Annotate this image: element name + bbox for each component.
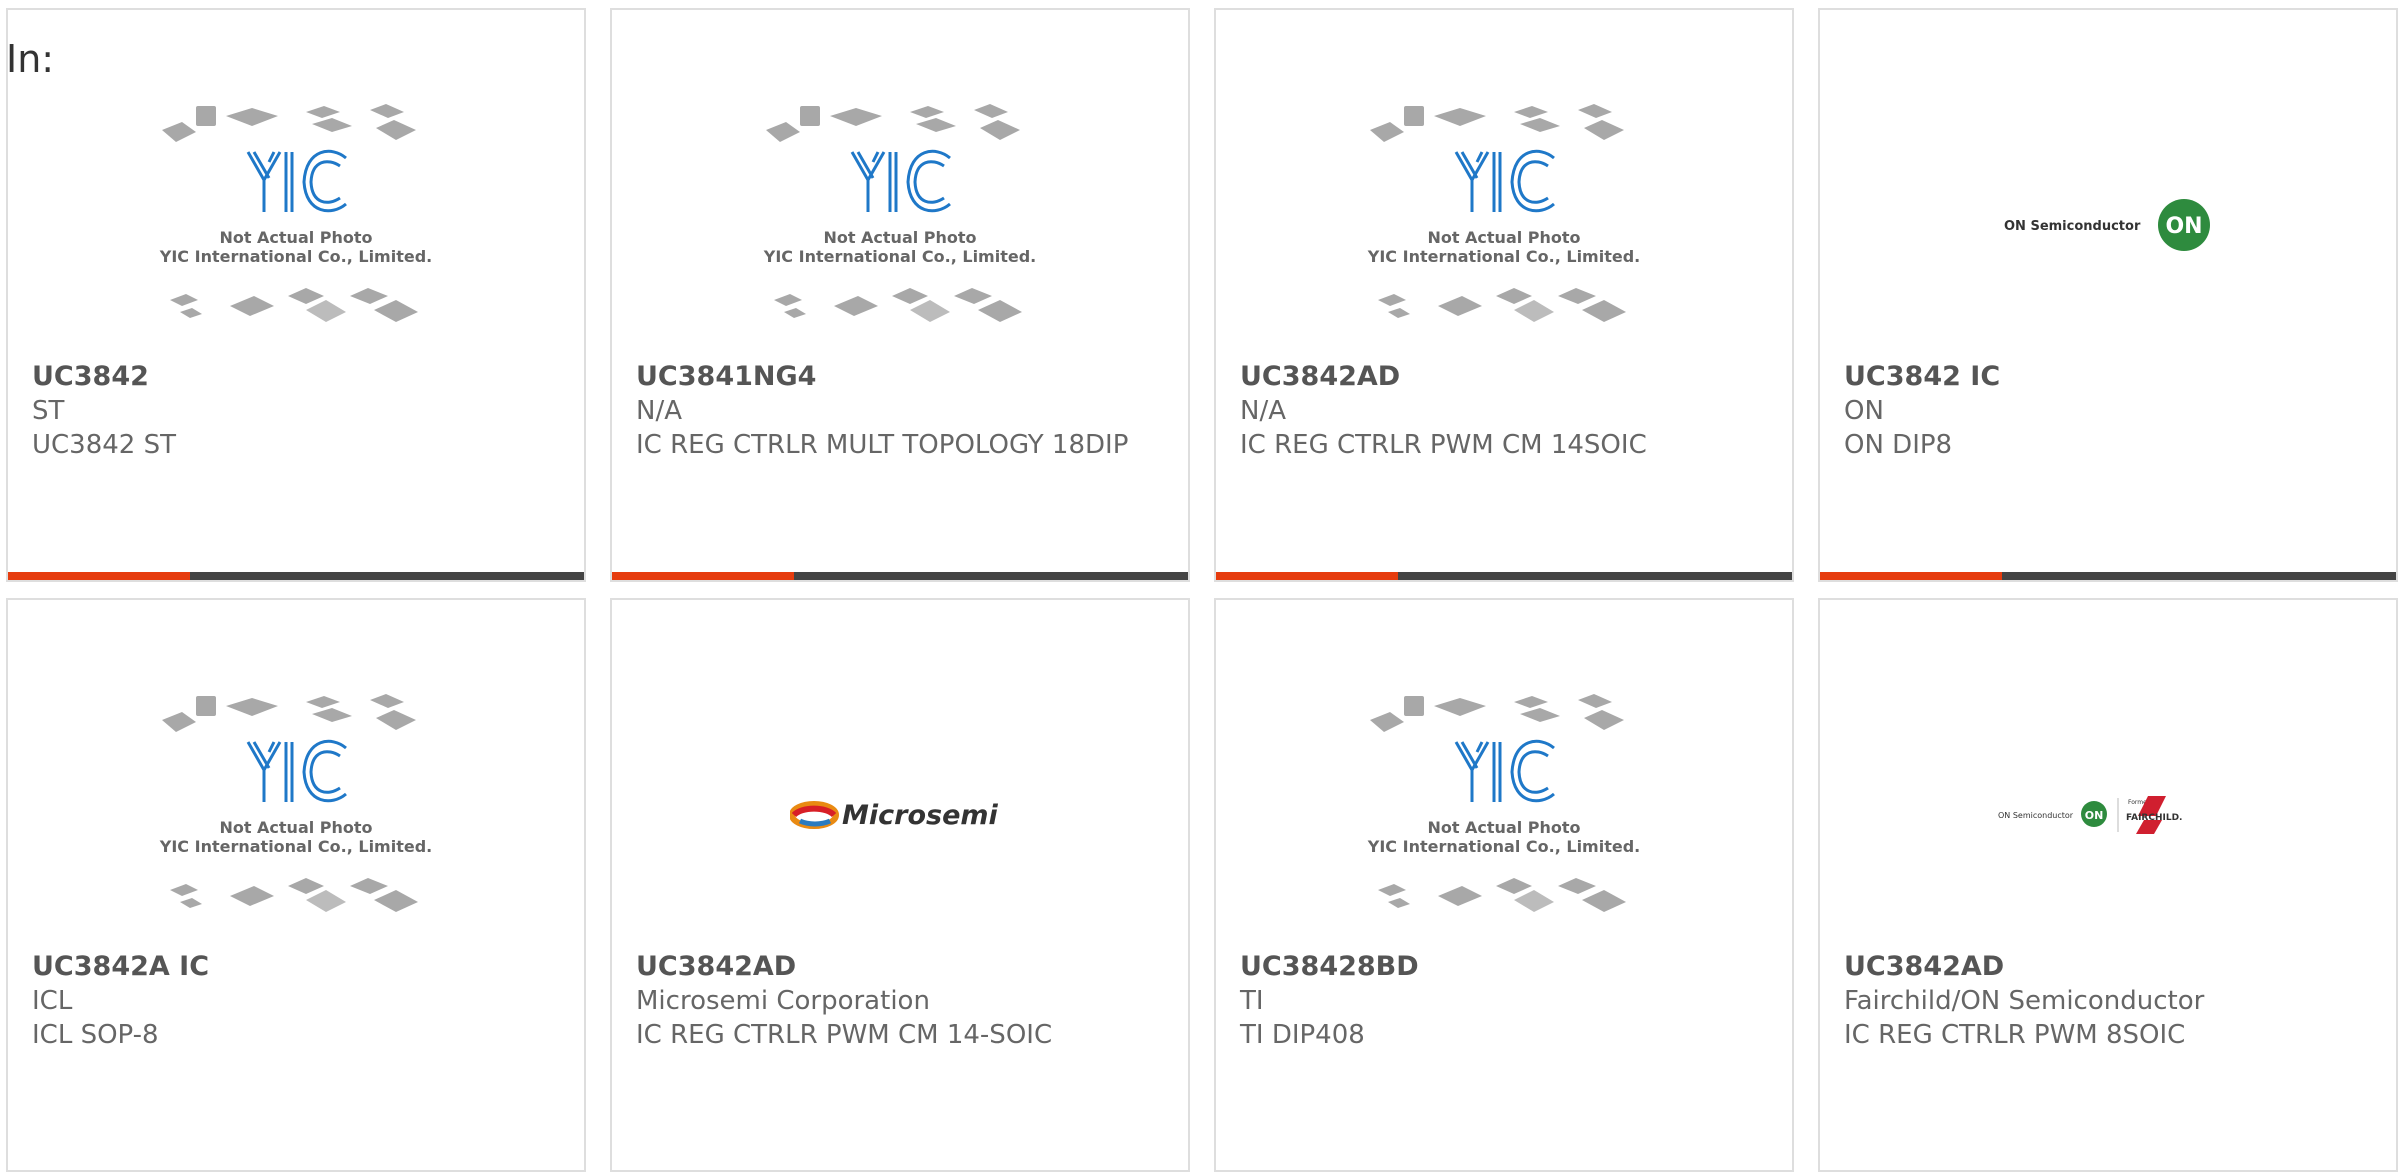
product-card[interactable]: ON Semiconductor ON UC3842 IC ON ON DIP8 bbox=[1818, 8, 2398, 582]
description: IC REG CTRLR PWM 8SOIC bbox=[1844, 1020, 2186, 1050]
placeholder-caption-line1: Not Actual Photo bbox=[219, 818, 372, 837]
product-card[interactable]: Microsemi UC3842AD Microsemi Corporation I… bbox=[610, 598, 1190, 1172]
card-accent-bar bbox=[8, 572, 190, 580]
placeholder-caption-line1: Not Actual Photo bbox=[823, 228, 976, 247]
on-semiconductor-text: ON Semiconductor bbox=[2004, 219, 2141, 234]
description: ON DIP8 bbox=[1844, 430, 1953, 460]
product-info: UC3842AD N/A IC REG CTRLR PWM CM 14SOIC bbox=[1240, 360, 1768, 462]
placeholder-caption-line2: YIC International Co., Limited. bbox=[1367, 837, 1640, 856]
filter-in-label: In: bbox=[6, 37, 55, 81]
card-bottom-bar bbox=[612, 572, 1188, 580]
product-card[interactable]: Not Actual Photo YIC International Co., … bbox=[6, 598, 586, 1172]
product-image[interactable]: Not Actual Photo YIC International Co., … bbox=[1216, 100, 1792, 350]
product-info: UC3842AD Fairchild/ON Semiconductor IC REG… bbox=[1844, 950, 2372, 1052]
product-info: UC38428BD TI TI DIP408 bbox=[1240, 950, 1768, 1052]
part-number[interactable]: UC3841NG4 bbox=[636, 360, 1164, 394]
placeholder-caption-line2: YIC International Co., Limited. bbox=[159, 837, 432, 856]
on-semiconductor-text: ON Semiconductor bbox=[1998, 811, 2074, 820]
product-image[interactable]: Not Actual Photo YIC International Co., … bbox=[8, 100, 584, 350]
product-image[interactable]: Microsemi bbox=[612, 690, 1188, 940]
card-accent-bar bbox=[1820, 572, 2002, 580]
placeholder-caption-line1: Not Actual Photo bbox=[1427, 228, 1580, 247]
product-image[interactable]: Not Actual Photo YIC International Co., … bbox=[612, 100, 1188, 350]
on-fairchild-logo: ON Semiconductor ON Formerly FAIRCHILD. bbox=[1998, 796, 2182, 834]
product-info: UC3841NG4 N/A IC REG CTRLR MULT TOPOLOGY 1… bbox=[636, 360, 1164, 462]
manufacturer: ST bbox=[32, 396, 65, 426]
part-number[interactable]: UC3842AD bbox=[636, 950, 1164, 984]
yic-placeholder-image: Not Actual Photo YIC International Co., … bbox=[763, 104, 1036, 322]
placeholder-caption-line2: YIC International Co., Limited. bbox=[763, 247, 1036, 266]
product-card[interactable]: ON Semiconductor ON Formerly FAIRCHILD. … bbox=[1818, 598, 2398, 1172]
card-bottom-bar bbox=[1820, 572, 2396, 580]
product-image[interactable]: ON Semiconductor ON Formerly FAIRCHILD. bbox=[1820, 690, 2396, 940]
description: UC3842 ST bbox=[32, 430, 177, 460]
card-bottom-bar bbox=[1216, 572, 1792, 580]
part-number[interactable]: UC3842A IC bbox=[32, 950, 560, 984]
description: IC REG CTRLR PWM CM 14SOIC bbox=[1240, 430, 1647, 460]
placeholder-caption-line2: YIC International Co., Limited. bbox=[1367, 247, 1640, 266]
product-image[interactable]: ON Semiconductor ON bbox=[1820, 100, 2396, 350]
fairchild-text: FAIRCHILD. bbox=[2126, 813, 2182, 823]
manufacturer: Microsemi Corporation bbox=[636, 986, 930, 1016]
manufacturer: N/A bbox=[1240, 396, 1286, 426]
part-number[interactable]: UC3842AD bbox=[1844, 950, 2372, 984]
description: ICL SOP-8 bbox=[32, 1020, 159, 1050]
yic-placeholder-image: Not Actual Photo YIC International Co., … bbox=[159, 694, 432, 912]
product-info: UC3842 ST UC3842 ST bbox=[32, 360, 560, 462]
part-number[interactable]: UC3842 IC bbox=[1844, 360, 2372, 394]
product-image[interactable]: Not Actual Photo YIC International Co., … bbox=[1216, 690, 1792, 940]
description: TI DIP408 bbox=[1240, 1020, 1365, 1050]
manufacturer: Fairchild/ON Semiconductor bbox=[1844, 986, 2205, 1016]
product-card[interactable]: Not Actual Photo YIC International Co., … bbox=[6, 8, 586, 582]
microsemi-logo: Microsemi bbox=[790, 800, 999, 831]
manufacturer: ICL bbox=[32, 986, 73, 1016]
yic-placeholder-image: Not Actual Photo YIC International Co., … bbox=[1367, 694, 1640, 912]
manufacturer: ON bbox=[1844, 396, 1884, 426]
product-info: UC3842 IC ON ON DIP8 bbox=[1844, 360, 2372, 462]
product-image[interactable]: Not Actual Photo YIC International Co., … bbox=[8, 690, 584, 940]
microsemi-text: Microsemi bbox=[842, 800, 999, 831]
placeholder-caption-line1: Not Actual Photo bbox=[1427, 818, 1580, 837]
manufacturer: N/A bbox=[636, 396, 682, 426]
card-bottom-bar bbox=[8, 572, 584, 580]
part-number[interactable]: UC3842AD bbox=[1240, 360, 1768, 394]
product-info: UC3842A IC ICL ICL SOP-8 bbox=[32, 950, 560, 1052]
yic-placeholder-image: Not Actual Photo YIC International Co., … bbox=[159, 104, 432, 322]
on-mark-text: ON bbox=[2165, 214, 2202, 239]
card-accent-bar bbox=[612, 572, 794, 580]
yic-placeholder-image: Not Actual Photo YIC International Co., … bbox=[1367, 104, 1640, 322]
card-accent-bar bbox=[1216, 572, 1398, 580]
part-number[interactable]: UC38428BD bbox=[1240, 950, 1768, 984]
product-card[interactable]: Not Actual Photo YIC International Co., … bbox=[610, 8, 1190, 582]
product-card[interactable]: Not Actual Photo YIC International Co., … bbox=[1214, 598, 1794, 1172]
placeholder-caption-line1: Not Actual Photo bbox=[219, 228, 372, 247]
manufacturer: TI bbox=[1240, 986, 1264, 1016]
product-info: UC3842AD Microsemi Corporation IC REG CTRL… bbox=[636, 950, 1164, 1052]
on-semiconductor-logo: ON Semiconductor ON bbox=[2004, 199, 2210, 251]
description: IC REG CTRLR MULT TOPOLOGY 18DIP bbox=[636, 430, 1129, 460]
part-number[interactable]: UC3842 bbox=[32, 360, 560, 394]
placeholder-caption-line2: YIC International Co., Limited. bbox=[159, 247, 432, 266]
on-mark-text: ON bbox=[2085, 809, 2104, 822]
description: IC REG CTRLR PWM CM 14-SOIC bbox=[636, 1020, 1053, 1050]
product-card[interactable]: Not Actual Photo YIC International Co., … bbox=[1214, 8, 1794, 582]
